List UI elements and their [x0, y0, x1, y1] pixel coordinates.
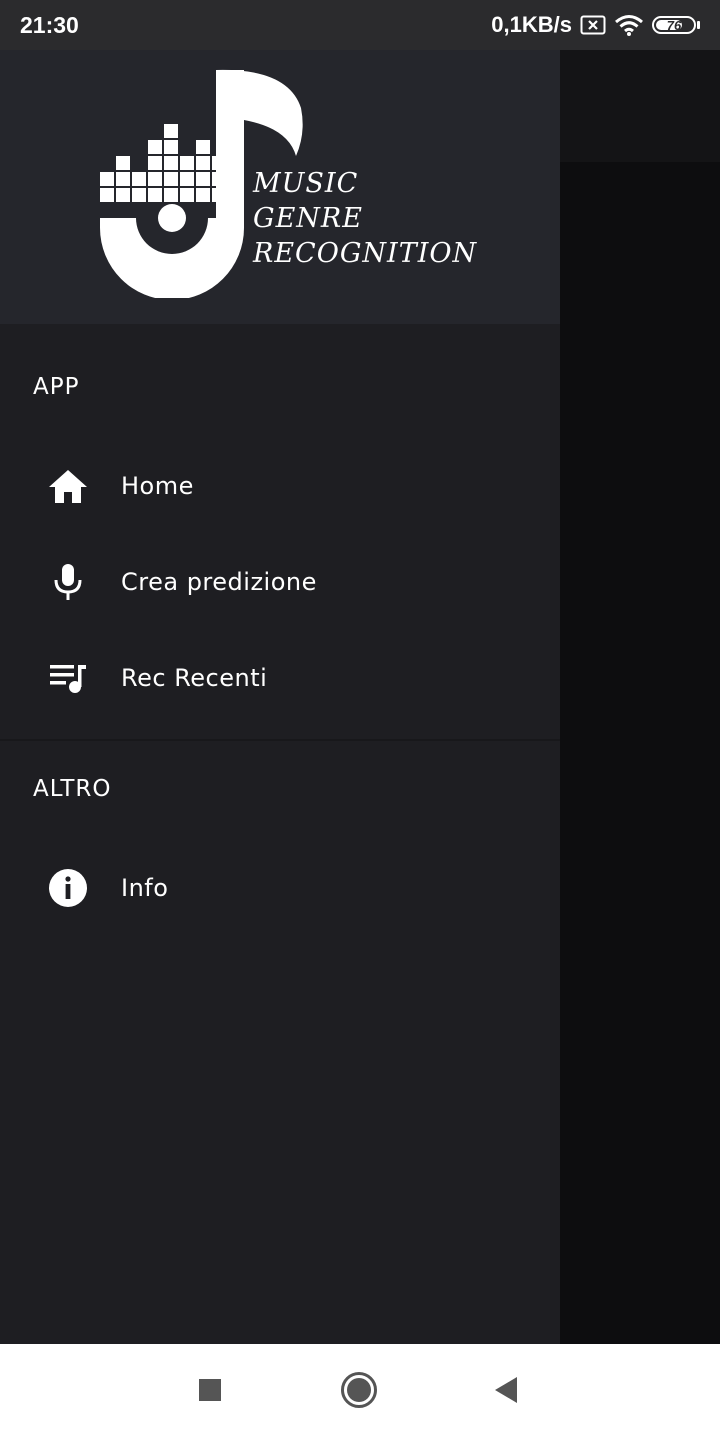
menu-item-rec-recenti[interactable]: Rec Recenti — [0, 630, 560, 726]
system-navigation-bar — [0, 1344, 720, 1440]
microphone-icon — [48, 562, 88, 602]
menu-item-home[interactable]: Home — [0, 438, 560, 534]
logo-text-genre: GENRE — [253, 203, 363, 234]
battery-icon: 76 — [652, 16, 700, 34]
home-icon — [48, 466, 88, 506]
menu-item-info[interactable]: Info — [0, 840, 560, 936]
menu-label-crea-predizione: Crea predizione — [121, 568, 317, 596]
menu-label-rec-recenti: Rec Recenti — [121, 664, 268, 692]
logo-text-music: MUSIC — [253, 168, 359, 199]
back-button[interactable] — [458, 1344, 554, 1440]
back-triangle-icon — [493, 1376, 519, 1408]
home-button[interactable] — [311, 1344, 407, 1440]
status-bar: 21:30 0,1KB/s 76 — [0, 0, 720, 50]
recents-button[interactable] — [162, 1344, 258, 1440]
status-indicators: 0,1KB/s 76 — [491, 12, 700, 38]
app-logo: MUSIC GENRE RECOGNITION — [98, 68, 476, 300]
info-icon — [48, 868, 88, 908]
menu-item-crea-predizione[interactable]: Crea predizione — [0, 534, 560, 630]
menu-label-info: Info — [121, 874, 169, 902]
section-label-app: APP — [33, 374, 80, 400]
playlist-music-icon — [48, 658, 88, 698]
section-label-altro: ALTRO — [33, 776, 112, 802]
home-circle-icon — [340, 1371, 378, 1413]
battery-level: 76 — [666, 17, 682, 33]
scrim-top[interactable] — [560, 50, 720, 162]
recents-square-icon — [198, 1378, 222, 1406]
menu-label-home: Home — [121, 472, 194, 500]
drawer-scrim[interactable] — [560, 162, 720, 1344]
logo-text-recognition: RECOGNITION — [253, 238, 478, 269]
drawer-header: MUSIC GENRE RECOGNITION — [0, 50, 560, 324]
network-speed: 0,1KB/s — [491, 12, 572, 37]
status-time: 21:30 — [20, 11, 79, 38]
section-divider — [0, 739, 560, 741]
sim-blocked-icon — [580, 15, 606, 35]
wifi-icon — [614, 14, 644, 36]
navigation-drawer: MUSIC GENRE RECOGNITION APP Home Crea pr… — [0, 50, 560, 1344]
